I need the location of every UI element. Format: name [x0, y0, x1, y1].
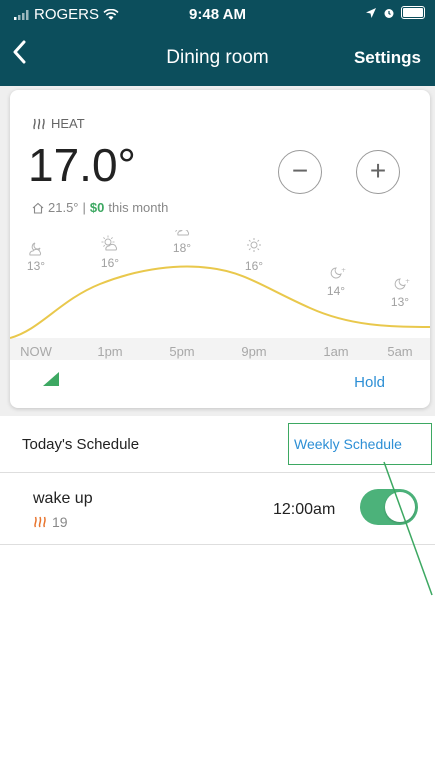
- forecast-axis-band: [10, 338, 430, 360]
- alarm-icon: [384, 8, 394, 18]
- mode-label: HEAT: [51, 116, 85, 131]
- hold-button[interactable]: Hold: [354, 374, 385, 391]
- toggle-knob: [385, 492, 415, 522]
- info-separator: |: [82, 200, 86, 215]
- forecast-time-label: 1pm: [97, 344, 122, 359]
- decrease-temperature-button[interactable]: −: [278, 150, 322, 194]
- partly-cloudy-night-icon: [29, 242, 41, 256]
- partly-sunny-icon: [175, 230, 189, 236]
- schedule-item-time: 12:00am: [273, 501, 336, 518]
- schedule-item-setpoint-value: 19: [52, 514, 68, 530]
- home-icon: [32, 202, 44, 214]
- status-right: [365, 6, 425, 19]
- settings-button[interactable]: Settings: [354, 48, 421, 68]
- forecast-time-label: 1am: [323, 344, 348, 359]
- mode-indicator: HEAT: [32, 116, 85, 131]
- schedule-item-setpoint: 19: [33, 514, 68, 530]
- forecast-temperature-label: 18°: [173, 241, 191, 255]
- heat-icon: [34, 516, 46, 528]
- forecast-time-label: 9pm: [241, 344, 266, 359]
- signal-strength-icon: [43, 372, 59, 386]
- monthly-cost-suffix: this month: [108, 200, 169, 215]
- indoor-info: 21.5° | $0 this month: [32, 200, 168, 215]
- clear-night-icon: +: [394, 278, 410, 290]
- schedule-item-name: wake up: [33, 490, 93, 507]
- sun-icon: [247, 238, 261, 252]
- location-arrow-icon: [366, 7, 376, 18]
- status-bar: ROGERS 9:48 AM: [0, 0, 435, 30]
- forecast-time-label: 5am: [387, 344, 412, 359]
- monthly-cost: $0: [89, 200, 105, 215]
- schedule-toggle[interactable]: [360, 489, 418, 525]
- forecast-temperature-label: 13°: [391, 295, 409, 309]
- forecast-time-label: NOW: [20, 344, 53, 359]
- indoor-temperature: 21.5°: [48, 200, 79, 215]
- svg-text:+: +: [341, 267, 346, 274]
- forecast-temperature-label: 13°: [27, 259, 45, 273]
- clear-night-icon: +: [330, 267, 346, 279]
- forecast-temperature-label: 16°: [245, 259, 263, 273]
- nav-bar: Dining room Settings: [0, 30, 435, 86]
- increase-temperature-button[interactable]: +: [356, 150, 400, 194]
- battery-icon: [401, 6, 425, 19]
- todays-schedule-heading: Today's Schedule: [22, 436, 140, 453]
- svg-text:+: +: [405, 278, 410, 285]
- weekly-schedule-link[interactable]: Weekly Schedule: [294, 436, 402, 452]
- forecast-chart: 13° NOW 16° 1pm 18° 5pm 16° 9pm +14° 1am +13° 5am: [10, 230, 430, 360]
- divider: [0, 472, 435, 473]
- forecast-time-label: 5pm: [169, 344, 194, 359]
- heat-icon: [33, 118, 45, 129]
- setpoint-temperature: 17.0°: [28, 139, 136, 191]
- thermostat-card: HEAT 17.0° − + 21.5° | $0 this month 13°…: [10, 90, 430, 408]
- forecast-temperature-label: 16°: [101, 256, 119, 270]
- forecast-temperature-curve: [10, 265, 430, 339]
- forecast-temperature-label: 14°: [327, 284, 345, 298]
- divider: [0, 544, 435, 545]
- partly-sunny-icon: [101, 235, 117, 251]
